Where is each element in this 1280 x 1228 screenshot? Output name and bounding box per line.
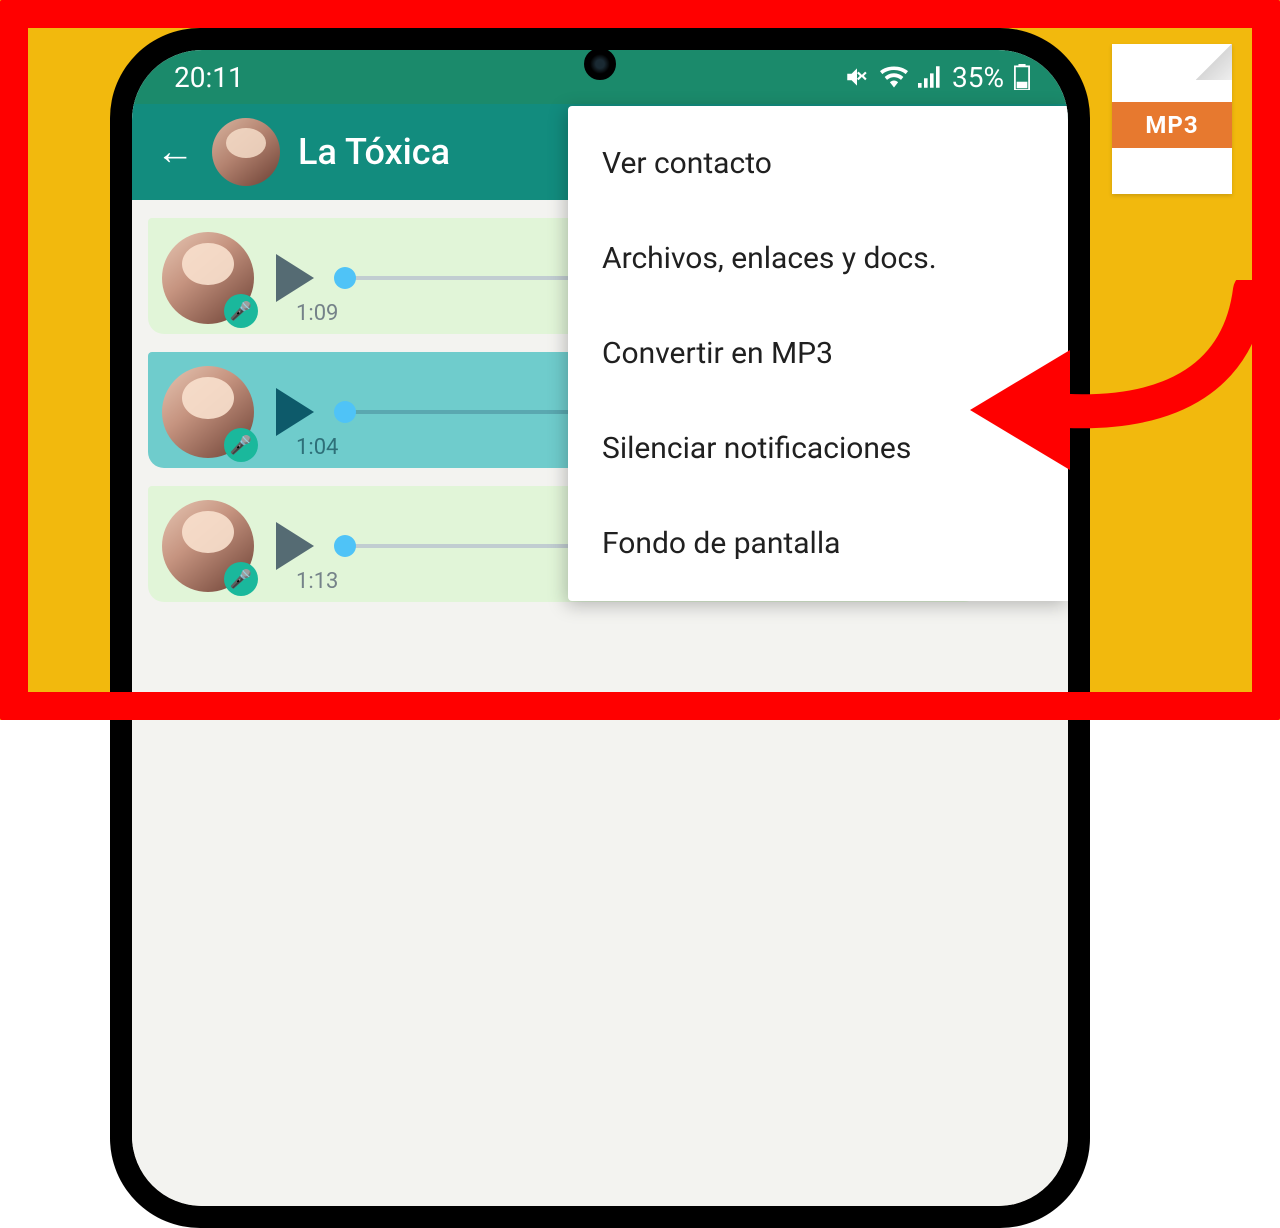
menu-item-0[interactable]: Ver contacto <box>568 116 1068 211</box>
menu-item-4[interactable]: Fondo de pantalla <box>568 496 1068 591</box>
camera-hole <box>584 48 616 80</box>
menu-item-2[interactable]: Convertir en MP3 <box>568 306 1068 401</box>
menu-item-3[interactable]: Silenciar notificaciones <box>568 401 1068 496</box>
context-menu: Ver contactoArchivos, enlaces y docs.Con… <box>568 106 1068 601</box>
menu-item-1[interactable]: Archivos, enlaces y docs. <box>568 211 1068 306</box>
